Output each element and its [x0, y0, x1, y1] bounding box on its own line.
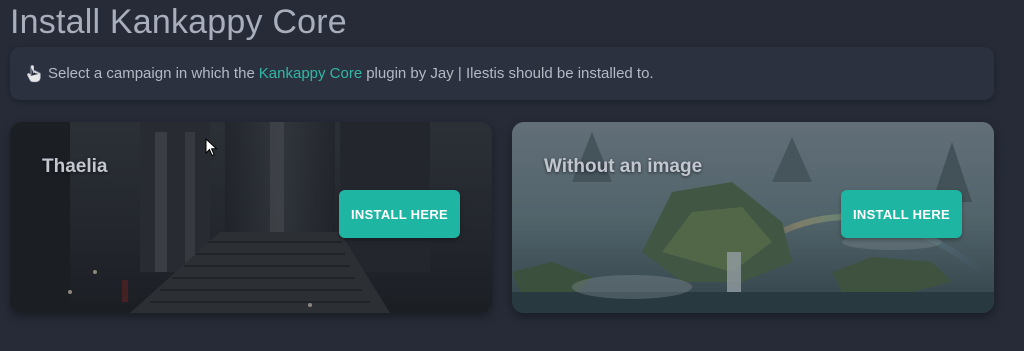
- page-title: Install Kankappy Core: [10, 3, 347, 41]
- mouse-pointer-icon: [205, 137, 219, 158]
- notice-text-before: Select a campaign in which the: [48, 65, 255, 82]
- notice-text-after: plugin by Jay | Ilestis should be instal…: [366, 65, 654, 82]
- install-plugin-page: Install Kankappy Core Select a campaign …: [0, 0, 1024, 351]
- campaign-card-thaelia: Thaelia INSTALL HERE: [10, 122, 492, 313]
- install-here-button-thaelia[interactable]: INSTALL HERE: [339, 190, 460, 238]
- campaign-card-without-image: Without an image INSTALL HERE: [512, 122, 994, 313]
- pointing-hand-icon: [26, 64, 42, 83]
- campaign-name: Thaelia: [42, 156, 108, 177]
- campaign-name: Without an image: [544, 156, 703, 177]
- plugin-name-link[interactable]: Kankappy Core: [259, 65, 362, 82]
- campaign-select-notice: Select a campaign in which the Kankappy …: [10, 47, 994, 100]
- install-here-button-without-image[interactable]: INSTALL HERE: [841, 190, 962, 238]
